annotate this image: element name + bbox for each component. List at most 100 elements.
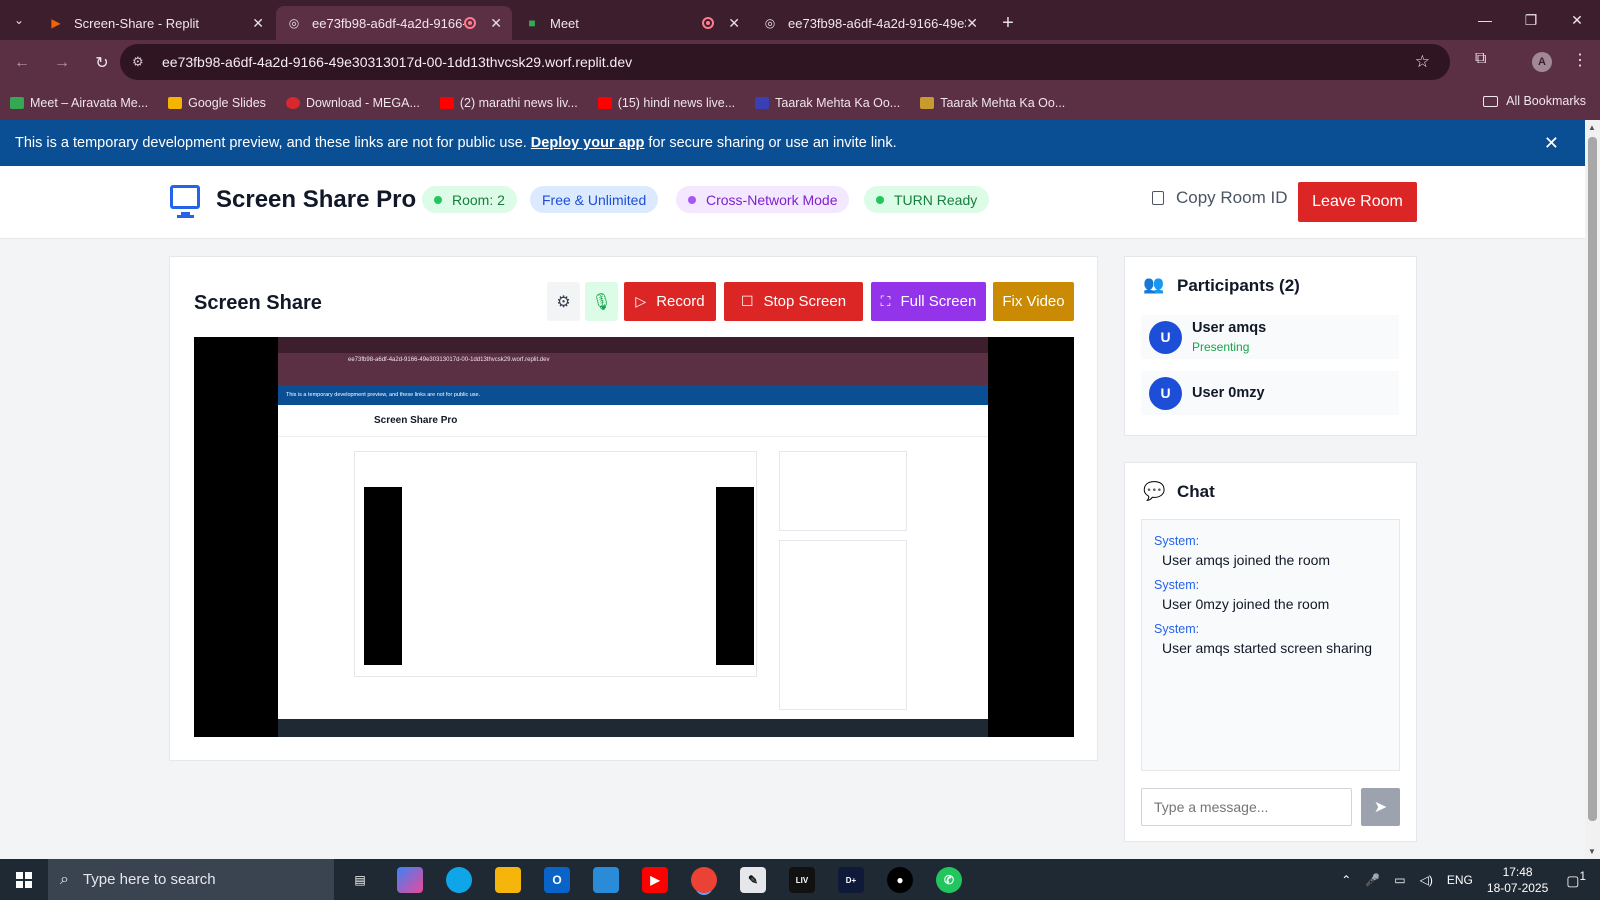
taskbar-search[interactable]: ⌕ Type here to search	[48, 859, 334, 900]
mini-chat	[779, 540, 907, 710]
reload-icon[interactable]: ↻	[84, 45, 120, 81]
chevron-up-icon[interactable]: ⌃	[1341, 873, 1351, 887]
tab-search-button[interactable]: ⌄	[0, 0, 38, 40]
edge-icon[interactable]	[446, 867, 472, 893]
stop-screen-button[interactable]: ☐ Stop Screen	[724, 282, 863, 321]
bookmark-label: Google Slides	[188, 95, 266, 110]
tab-title: ee73fb98-a6df-4a2d-9166-	[312, 15, 465, 31]
notification-count: 1	[1579, 869, 1586, 883]
clock[interactable]: 17:48 18-07-2025	[1487, 864, 1548, 896]
leave-room-button[interactable]: Leave Room	[1298, 182, 1417, 222]
windows-taskbar: ⌕ Type here to search ▤ O ▶ ✎ LIV D+ ● ✆ …	[0, 859, 1600, 900]
monitor-icon	[170, 185, 200, 218]
extensions-icon[interactable]: ⧉	[1475, 50, 1486, 68]
media-app-icon[interactable]: ●	[887, 867, 913, 893]
control-panel-icon[interactable]	[593, 867, 619, 893]
message-text: User 0mzy joined the room	[1162, 596, 1330, 612]
record-button[interactable]: ▷ Record	[624, 282, 716, 321]
url-text: ee73fb98-a6df-4a2d-9166-49e30313017d-00-…	[162, 54, 633, 70]
close-tab-icon[interactable]: ✕	[728, 15, 740, 32]
turn-badge: TURN Ready	[864, 186, 990, 213]
task-view-icon[interactable]: ▤	[347, 867, 373, 893]
mini-title: Screen Share Pro	[374, 415, 458, 426]
shared-screen-video[interactable]: ee73fb98-a6df-4a2d-9166-49e30313017d-00-…	[194, 337, 1074, 737]
copy-room-label: Copy Room ID	[1176, 188, 1288, 207]
volume-icon[interactable]: ◁)	[1420, 873, 1433, 887]
mini-bookmarks	[278, 371, 988, 385]
recording-indicator-icon	[464, 17, 477, 29]
youtube-icon[interactable]: ▶	[642, 867, 668, 893]
all-bookmarks[interactable]: All Bookmarks	[1483, 94, 1586, 108]
close-tab-icon[interactable]: ✕	[252, 15, 264, 32]
chat-messages[interactable]: System: User amqs joined the room System:…	[1141, 519, 1400, 771]
bookmark-star-icon[interactable]: ☆	[1415, 52, 1430, 72]
close-banner-icon[interactable]: ✕	[1544, 133, 1559, 154]
all-bookmarks-label: All Bookmarks	[1506, 94, 1586, 108]
send-button[interactable]: ➤	[1361, 788, 1400, 826]
language-indicator[interactable]: ENG	[1447, 873, 1473, 887]
back-arrow-icon[interactable]: ←	[4, 45, 40, 81]
meet-icon: ■	[528, 16, 536, 30]
recording-indicator-icon	[702, 17, 715, 29]
outlook-icon[interactable]: O	[544, 867, 570, 893]
close-tab-icon[interactable]: ✕	[966, 15, 978, 32]
profile-avatar[interactable]: A	[1532, 52, 1552, 72]
microphone-button[interactable]: 🎙	[585, 282, 618, 321]
taskbar-search-text: Type here to search	[82, 871, 216, 888]
tab-replit[interactable]: ▶ Screen-Share - Replit ✕	[38, 6, 274, 40]
scroll-down-icon[interactable]: ▼	[1588, 847, 1596, 856]
bookmark-item[interactable]: Download - MEGA...	[285, 96, 420, 110]
mini-nested-screen	[402, 487, 716, 665]
bookmark-item[interactable]: Google Slides	[168, 96, 266, 110]
message-sender: System:	[1154, 578, 1200, 592]
close-tab-icon[interactable]: ✕	[490, 15, 502, 32]
chat-bubble-icon: 💬	[1143, 481, 1166, 501]
badge-label: Free & Unlimited	[542, 191, 647, 208]
full-screen-button[interactable]: ⛶ Full Screen	[871, 282, 986, 321]
tab-app-second[interactable]: ◎ ee73fb98-a6df-4a2d-9166-49e3 ✕	[752, 6, 988, 40]
whatsapp-icon[interactable]: ✆	[936, 867, 962, 893]
sonyliv-icon[interactable]: LIV	[789, 867, 815, 893]
browser-menu-icon[interactable]: ⋮	[1572, 50, 1588, 70]
mini-participants	[779, 451, 907, 531]
bookmark-item[interactable]: Taarak Mehta Ka Oo...	[920, 96, 1065, 110]
chat-input[interactable]	[1141, 788, 1352, 826]
chat-title: Chat	[1177, 482, 1215, 501]
globe-icon: ◎	[288, 16, 300, 30]
disney-hotstar-icon[interactable]: D+	[838, 867, 864, 893]
deploy-link[interactable]: Deploy your app	[531, 135, 645, 151]
notepad-icon[interactable]: ✎	[740, 867, 766, 893]
notification-icon[interactable]: ▢1	[1566, 870, 1586, 890]
bookmark-label: Meet – Airavata Me...	[30, 95, 149, 110]
close-window-icon[interactable]: ✕	[1554, 0, 1600, 40]
file-explorer-icon[interactable]	[495, 867, 521, 893]
avatar: U	[1149, 320, 1182, 354]
new-tab-button[interactable]: +	[990, 6, 1026, 40]
scroll-up-icon[interactable]: ▲	[1588, 123, 1596, 132]
forward-arrow-icon[interactable]: →	[44, 45, 80, 81]
start-button[interactable]	[0, 859, 48, 900]
fix-video-button[interactable]: Fix Video	[993, 282, 1074, 321]
record-icon: ▷	[635, 293, 647, 309]
bookmark-item[interactable]: Meet – Airavata Me...	[10, 96, 148, 110]
copy-room-id-button[interactable]: Copy Room ID	[1152, 188, 1287, 208]
chrome-icon[interactable]	[691, 867, 717, 893]
bookmark-item[interactable]: (2) marathi news liv...	[439, 96, 578, 110]
bookmark-item[interactable]: Taarak Mehta Ka Oo...	[755, 96, 900, 110]
address-bar[interactable]: ⚙ ee73fb98-a6df-4a2d-9166-49e30313017d-0…	[120, 44, 1450, 80]
search-icon: ⌕	[60, 870, 69, 888]
scrollbar-thumb[interactable]	[1588, 137, 1597, 821]
bookmark-item[interactable]: (15) hindi news live...	[597, 96, 735, 110]
network-icon[interactable]: ▭	[1394, 873, 1405, 887]
microphone-tray-icon[interactable]: 🎤	[1365, 873, 1380, 887]
page-scrollbar[interactable]: ▲ ▼	[1585, 120, 1600, 859]
slides-icon	[168, 96, 183, 109]
restore-icon[interactable]: ❐	[1508, 0, 1554, 40]
avatar: U	[1149, 376, 1182, 410]
tab-app-active[interactable]: ◎ ee73fb98-a6df-4a2d-9166- ✕	[276, 6, 512, 40]
site-settings-icon[interactable]: ⚙	[132, 54, 150, 70]
settings-button[interactable]: ⚙	[547, 282, 580, 321]
tab-meet[interactable]: ■ Meet ✕	[514, 6, 750, 40]
copilot-icon[interactable]	[397, 867, 423, 893]
minimize-icon[interactable]: —	[1462, 0, 1508, 40]
